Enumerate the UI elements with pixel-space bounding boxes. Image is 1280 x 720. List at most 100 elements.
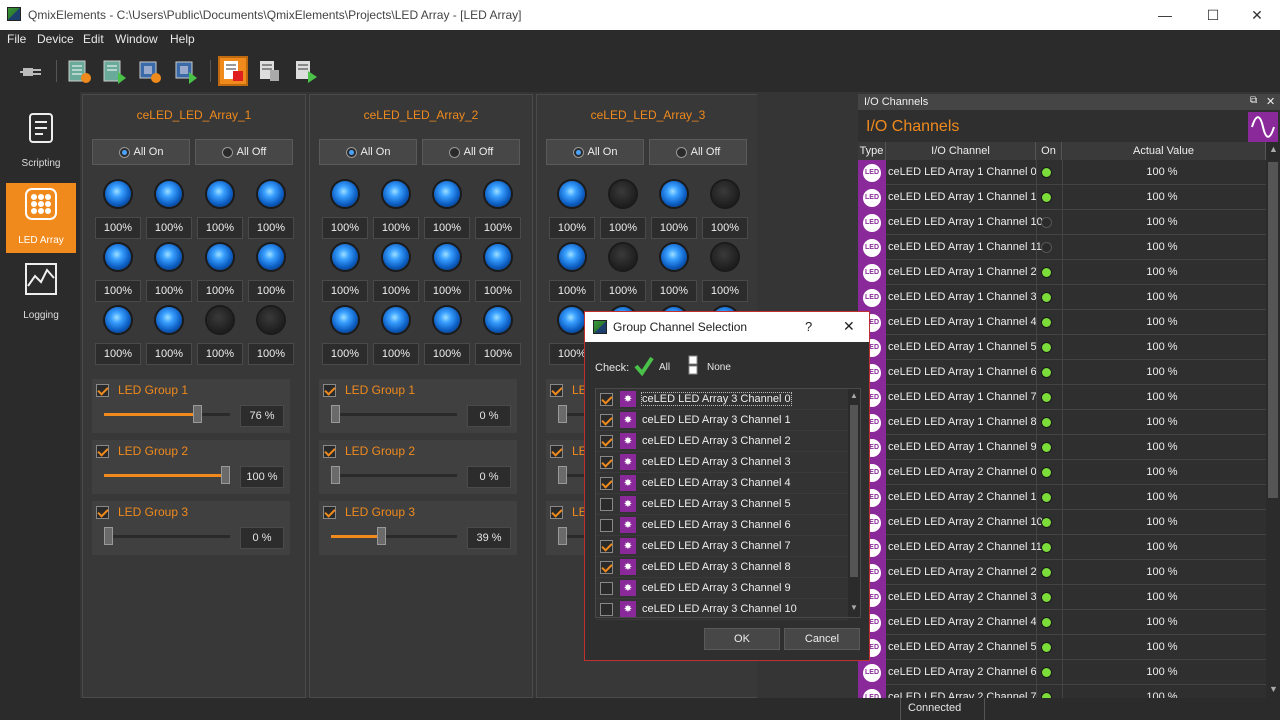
- channel-list-item[interactable]: ✸ ceLED LED Array 3 Channel 6: [596, 515, 848, 536]
- led-indicator[interactable]: [332, 244, 358, 270]
- maximize-button[interactable]: ☐: [1190, 0, 1236, 30]
- menu-file[interactable]: File: [7, 32, 26, 46]
- led-indicator[interactable]: [559, 307, 585, 333]
- device-start-icon[interactable]: [101, 58, 127, 84]
- group-slider[interactable]: [331, 527, 457, 545]
- led-indicator[interactable]: [207, 244, 233, 270]
- group-value[interactable]: 0 %: [467, 466, 511, 488]
- channel-list-item[interactable]: ✸ ceLED LED Array 3 Channel 9: [596, 578, 848, 599]
- close-panel-icon[interactable]: ✕: [1266, 95, 1275, 108]
- sidebar-item-scripting[interactable]: Scripting: [6, 106, 76, 176]
- led-indicator[interactable]: [434, 307, 460, 333]
- group-label[interactable]: LED Group 2: [345, 444, 415, 458]
- group-value[interactable]: 0 %: [467, 405, 511, 427]
- io-table-row[interactable]: LED ceLED LED Array 2 Channel 6 100 %: [858, 660, 1266, 685]
- slider-handle[interactable]: [558, 466, 567, 484]
- led-indicator[interactable]: [156, 181, 182, 207]
- led-indicator[interactable]: [105, 244, 131, 270]
- undock-icon[interactable]: ⧉: [1250, 95, 1257, 106]
- led-value[interactable]: 100%: [651, 280, 697, 302]
- channel-checkbox[interactable]: [600, 561, 613, 574]
- led-value[interactable]: 100%: [373, 280, 419, 302]
- group-slider[interactable]: [104, 527, 230, 545]
- menu-window[interactable]: Window: [115, 32, 158, 46]
- slider-handle[interactable]: [193, 405, 202, 423]
- led-indicator[interactable]: [485, 181, 511, 207]
- led-indicator[interactable]: [332, 181, 358, 207]
- check-none-button[interactable]: None: [687, 354, 737, 378]
- led-indicator[interactable]: [258, 181, 284, 207]
- channel-list-item[interactable]: ✸ ceLED LED Array 3 Channel 1: [596, 410, 848, 431]
- io-table-row[interactable]: LED ceLED LED Array 1 Channel 6 100 %: [858, 360, 1266, 385]
- led-value[interactable]: 100%: [197, 343, 243, 365]
- led-value[interactable]: 100%: [146, 343, 192, 365]
- led-indicator[interactable]: [712, 181, 738, 207]
- io-table-row[interactable]: LED ceLED LED Array 2 Channel 4 100 %: [858, 610, 1266, 635]
- led-indicator[interactable]: [434, 244, 460, 270]
- channel-list-item[interactable]: ✸ ceLED LED Array 3 Channel 3: [596, 452, 848, 473]
- all-off-button[interactable]: All Off: [422, 139, 520, 165]
- group-checkbox[interactable]: [323, 384, 336, 397]
- led-value[interactable]: 100%: [651, 217, 697, 239]
- sidebar-item-logging[interactable]: Logging: [6, 258, 76, 328]
- menu-help[interactable]: Help: [170, 32, 195, 46]
- led-indicator[interactable]: [610, 181, 636, 207]
- led-indicator[interactable]: [207, 181, 233, 207]
- io-table-row[interactable]: LED ceLED LED Array 1 Channel 2 100 %: [858, 260, 1266, 285]
- column-header-on[interactable]: On: [1036, 142, 1062, 160]
- led-indicator[interactable]: [258, 307, 284, 333]
- slider-handle[interactable]: [558, 405, 567, 423]
- run-script-icon[interactable]: [292, 58, 318, 84]
- check-all-button[interactable]: All: [633, 354, 683, 378]
- channel-list-item[interactable]: ✸ ceLED LED Array 3 Channel 10: [596, 599, 848, 620]
- io-table-row[interactable]: LED ceLED LED Array 2 Channel 11 100 %: [858, 535, 1266, 560]
- group-label[interactable]: LED Group 1: [345, 383, 415, 397]
- channel-checkbox[interactable]: [600, 393, 613, 406]
- led-indicator[interactable]: [156, 307, 182, 333]
- group-checkbox[interactable]: [550, 445, 563, 458]
- led-value[interactable]: 100%: [146, 280, 192, 302]
- slider-handle[interactable]: [558, 527, 567, 545]
- slider-handle[interactable]: [221, 466, 230, 484]
- io-table-row[interactable]: LED ceLED LED Array 1 Channel 10 100 %: [858, 210, 1266, 235]
- led-indicator[interactable]: [559, 244, 585, 270]
- led-indicator[interactable]: [156, 244, 182, 270]
- led-value[interactable]: 100%: [95, 343, 141, 365]
- group-label[interactable]: LED Group 2: [118, 444, 188, 458]
- led-indicator[interactable]: [485, 307, 511, 333]
- stop-script-icon[interactable]: [218, 56, 248, 86]
- all-on-button[interactable]: All On: [546, 139, 644, 165]
- led-indicator[interactable]: [610, 244, 636, 270]
- led-value[interactable]: 100%: [424, 280, 470, 302]
- group-slider[interactable]: [104, 405, 230, 423]
- channel-list-item[interactable]: ✸ ceLED LED Array 3 Channel 4: [596, 473, 848, 494]
- led-value[interactable]: 100%: [95, 280, 141, 302]
- channel-checkbox[interactable]: [600, 414, 613, 427]
- group-checkbox[interactable]: [323, 445, 336, 458]
- led-indicator[interactable]: [485, 244, 511, 270]
- channel-checkbox[interactable]: [600, 603, 613, 616]
- channel-list-item[interactable]: ✸ ceLED LED Array 3 Channel 0: [596, 389, 848, 410]
- led-value[interactable]: 100%: [197, 280, 243, 302]
- channel-list-item[interactable]: ✸ ceLED LED Array 3 Channel 5: [596, 494, 848, 515]
- led-value[interactable]: 100%: [197, 217, 243, 239]
- led-indicator[interactable]: [258, 244, 284, 270]
- led-value[interactable]: 100%: [549, 280, 595, 302]
- group-value[interactable]: 39 %: [467, 527, 511, 549]
- led-value[interactable]: 100%: [600, 280, 646, 302]
- slider-handle[interactable]: [331, 466, 340, 484]
- slider-handle[interactable]: [377, 527, 386, 545]
- led-indicator[interactable]: [383, 307, 409, 333]
- all-off-button[interactable]: All Off: [195, 139, 293, 165]
- led-value[interactable]: 100%: [475, 343, 521, 365]
- column-header-channel[interactable]: I/O Channel: [886, 142, 1036, 160]
- led-indicator[interactable]: [207, 307, 233, 333]
- led-value[interactable]: 100%: [424, 343, 470, 365]
- led-indicator[interactable]: [383, 181, 409, 207]
- sidebar-item-led-array[interactable]: LED Array: [6, 183, 76, 253]
- close-dialog-button[interactable]: ✕: [843, 318, 855, 335]
- channel-list-item[interactable]: ✸ ceLED LED Array 3 Channel 7: [596, 536, 848, 557]
- column-header-value[interactable]: Actual Value: [1062, 142, 1266, 160]
- led-value[interactable]: 100%: [600, 217, 646, 239]
- group-checkbox[interactable]: [96, 506, 109, 519]
